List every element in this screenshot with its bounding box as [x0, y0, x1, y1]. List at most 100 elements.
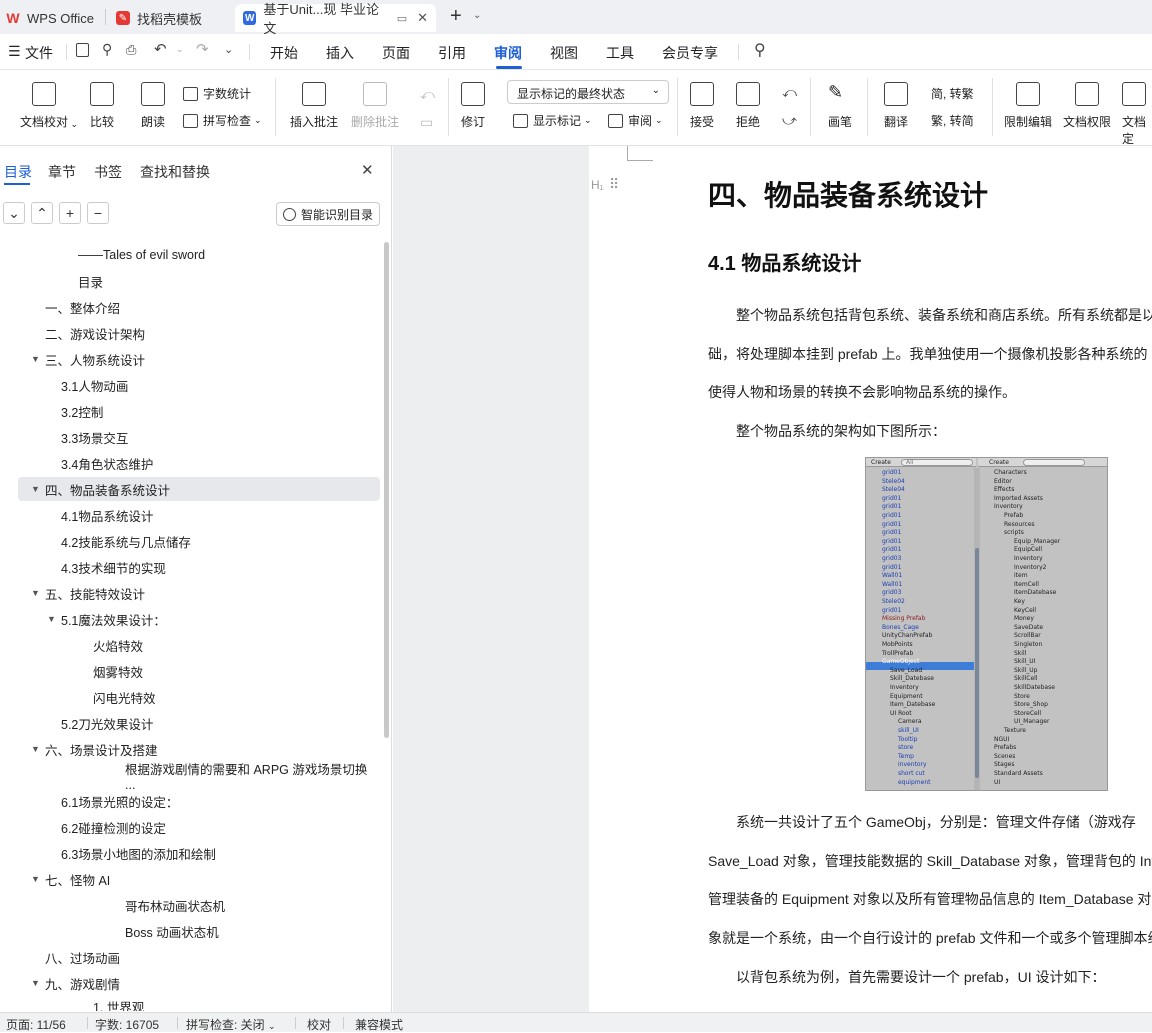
menu-references[interactable]: 引用 [438, 43, 466, 63]
toc-item[interactable]: 3.4角色状态维护 [0, 451, 380, 475]
save-icon[interactable] [76, 43, 89, 57]
smart-toc-button[interactable]: 智能识别目录 [276, 202, 380, 226]
toc-item[interactable]: 二、游戏设计架构 [0, 321, 380, 345]
remove-level-icon[interactable]: − [87, 202, 109, 224]
menu-tools[interactable]: 工具 [606, 43, 634, 63]
hamburger-icon[interactable]: ☰ [8, 43, 21, 60]
close-tab-icon[interactable]: ✕ [417, 10, 428, 26]
word-count-icon [183, 86, 198, 101]
print-preview-icon[interactable]: ⎙ [126, 42, 136, 58]
menu-page[interactable]: 页面 [382, 43, 410, 63]
pen-button[interactable]: ✎ 画笔 [828, 82, 852, 130]
new-tab-icon[interactable]: + [450, 5, 462, 28]
translate-button[interactable]: 翻译 [884, 82, 908, 130]
toc-item[interactable]: ▼ 六、场景设计及搭建 [0, 737, 380, 761]
toc-item[interactable]: 4.2技能系统与几点储存 [0, 529, 380, 553]
toc-item[interactable]: 闪电光特效 [0, 685, 380, 709]
share-icon[interactable]: ⚲ [102, 41, 112, 58]
scrollbar[interactable] [384, 242, 389, 738]
toc-item[interactable]: ▼ 5.1魔法效果设计： [0, 607, 380, 631]
toc-item[interactable]: 3.1人物动画 [0, 373, 380, 397]
expand-arrow-icon: ▼ [31, 484, 40, 494]
restrict-edit-button[interactable]: 限制编辑 [1004, 82, 1052, 130]
toc-item[interactable]: ▼ 五、技能特效设计 [0, 581, 380, 605]
menu-view[interactable]: 视图 [550, 43, 578, 63]
collapse-up-icon[interactable]: ⌃ [31, 202, 53, 224]
heading-style-icon[interactable]: H₁ [591, 178, 604, 192]
redo-icon[interactable]: ↷ [196, 40, 209, 58]
doc-finalize-button[interactable]: 文档定 [1122, 82, 1152, 147]
toc-item[interactable]: ——Tales of evil sword [0, 243, 380, 267]
toc-item[interactable]: 一、整体介绍 [0, 295, 380, 319]
drag-handle-icon[interactable]: ⠿ [609, 176, 619, 193]
toc-item[interactable]: ▼ 七、怪物 AI [0, 867, 380, 891]
spell-check-button[interactable]: 拼写检查 ⌄ [183, 112, 262, 129]
tab-document[interactable]: W 基于Unit...现 毕业论文 ▭ ✕ [235, 2, 436, 36]
toc-item[interactable]: 哥布林动画状态机 [0, 893, 380, 917]
close-pane-icon[interactable]: ✕ [361, 161, 374, 179]
track-changes-button[interactable]: 修订 [461, 82, 485, 130]
toc-item[interactable]: 6.2碰撞检测的设定 [0, 815, 380, 839]
toc-item[interactable]: 八、过场动画 [0, 945, 380, 969]
nav-tab-find-replace[interactable]: 查找和替换 [140, 162, 210, 182]
insert-comment-button[interactable]: 插入批注 [290, 82, 338, 130]
prev-comment-icon[interactable]: ⤺ [420, 86, 435, 103]
undo-icon[interactable]: ↶ [154, 40, 167, 58]
toc-item-selected[interactable]: ▼ 四、物品装备系统设计 [18, 477, 380, 501]
spell-status[interactable]: 拼写检查: 关闭 ⌄ [186, 1016, 276, 1033]
nav-tab-bookmark[interactable]: 书签 [94, 162, 122, 182]
next-change-icon[interactable]: ⤻ [782, 112, 797, 129]
more-quick-icon[interactable]: ⌄ [224, 43, 233, 56]
accept-button[interactable]: 接受 [690, 82, 714, 130]
word-count-button[interactable]: 字数统计 [183, 85, 251, 102]
toc-item[interactable]: ▼ 三、人物系统设计 [0, 347, 380, 371]
menu-review[interactable]: 审阅 [494, 43, 522, 63]
proof-status[interactable]: 校对 [307, 1016, 331, 1033]
document-page[interactable]: H₁ ⠿ 四、物品装备系统设计 4.1 物品系统设计 整个物品系统包括背包系统、… [589, 146, 1152, 1012]
display-state-select[interactable]: 显示标记的最终状态 ⌄ [507, 80, 669, 104]
undo-menu-icon[interactable]: ⌄ [176, 44, 184, 55]
word-count[interactable]: 字数: 16705 [95, 1016, 159, 1033]
toc-item[interactable]: 5.2刀光效果设计 [0, 711, 380, 735]
toc-item[interactable]: 3.2控制 [0, 399, 380, 423]
doc-permission-button[interactable]: 文档权限 [1063, 82, 1111, 130]
proofread-button[interactable]: 文档校对 ⌄ [20, 82, 78, 130]
hierarchy-row: TrollPrefab [882, 649, 914, 657]
prev-change-icon[interactable]: ⤺ [782, 84, 797, 101]
delete-comment-button[interactable]: 删除批注 [351, 82, 399, 130]
menu-insert[interactable]: 插入 [326, 43, 354, 63]
menu-membership[interactable]: 会员专享 [662, 43, 718, 63]
show-marks-button[interactable]: 显示标记 ⌄ [513, 112, 592, 129]
screen-icon[interactable]: ▭ [397, 12, 407, 25]
chevron-down-icon[interactable]: ⌄ [473, 10, 481, 21]
menu-file[interactable]: 文件 [25, 43, 53, 63]
read-aloud-button[interactable]: 朗读 [141, 82, 165, 130]
toc-item[interactable]: ▼ 九、游戏剧情 [0, 971, 380, 995]
review-pane-button[interactable]: 审阅 ⌄ [608, 112, 663, 129]
search-icon[interactable]: ⚲ [754, 40, 766, 60]
compare-button[interactable]: 比较 [90, 82, 114, 130]
toc-item[interactable]: 烟雾特效 [0, 659, 380, 683]
collapse-down-icon[interactable]: ⌄ [3, 202, 25, 224]
page-indicator[interactable]: 页面: 11/56 [6, 1016, 66, 1033]
nav-tab-chapter[interactable]: 章节 [48, 162, 76, 182]
add-level-icon[interactable]: + [59, 202, 81, 224]
reject-button[interactable]: 拒绝 [736, 82, 760, 130]
toc-item[interactable]: 4.1物品系统设计 [0, 503, 380, 527]
toc-item[interactable]: 4.3技术细节的实现 [0, 555, 380, 579]
toc-item[interactable]: 火焰特效 [0, 633, 380, 657]
toc-item[interactable]: 6.1场景光照的设定： [0, 789, 380, 813]
toc-item[interactable]: 3.3场景交互 [0, 425, 380, 449]
toc-item[interactable]: Boss 动画状态机 [0, 919, 380, 943]
toc-item[interactable]: 6.3场景小地图的添加和绘制 [0, 841, 380, 865]
toc-item[interactable]: 1. 世界观 [0, 997, 380, 1011]
menu-home[interactable]: 开始 [270, 43, 298, 63]
tab-template[interactable]: ✎ 找稻壳模板 [116, 4, 202, 32]
to-traditional-button[interactable]: 简, 转繁 [931, 85, 974, 102]
nav-tab-toc[interactable]: 目录 [4, 162, 32, 182]
to-simplified-button[interactable]: 繁, 转简 [931, 112, 974, 129]
toc-item[interactable]: 根据游戏剧情的需要和 ARPG 游戏场景切换 ... [0, 763, 380, 792]
tab-wps-office[interactable]: W WPS Office [6, 4, 94, 32]
next-comment-icon[interactable]: ▭ [420, 114, 433, 131]
toc-item[interactable]: 目录 [0, 269, 380, 293]
